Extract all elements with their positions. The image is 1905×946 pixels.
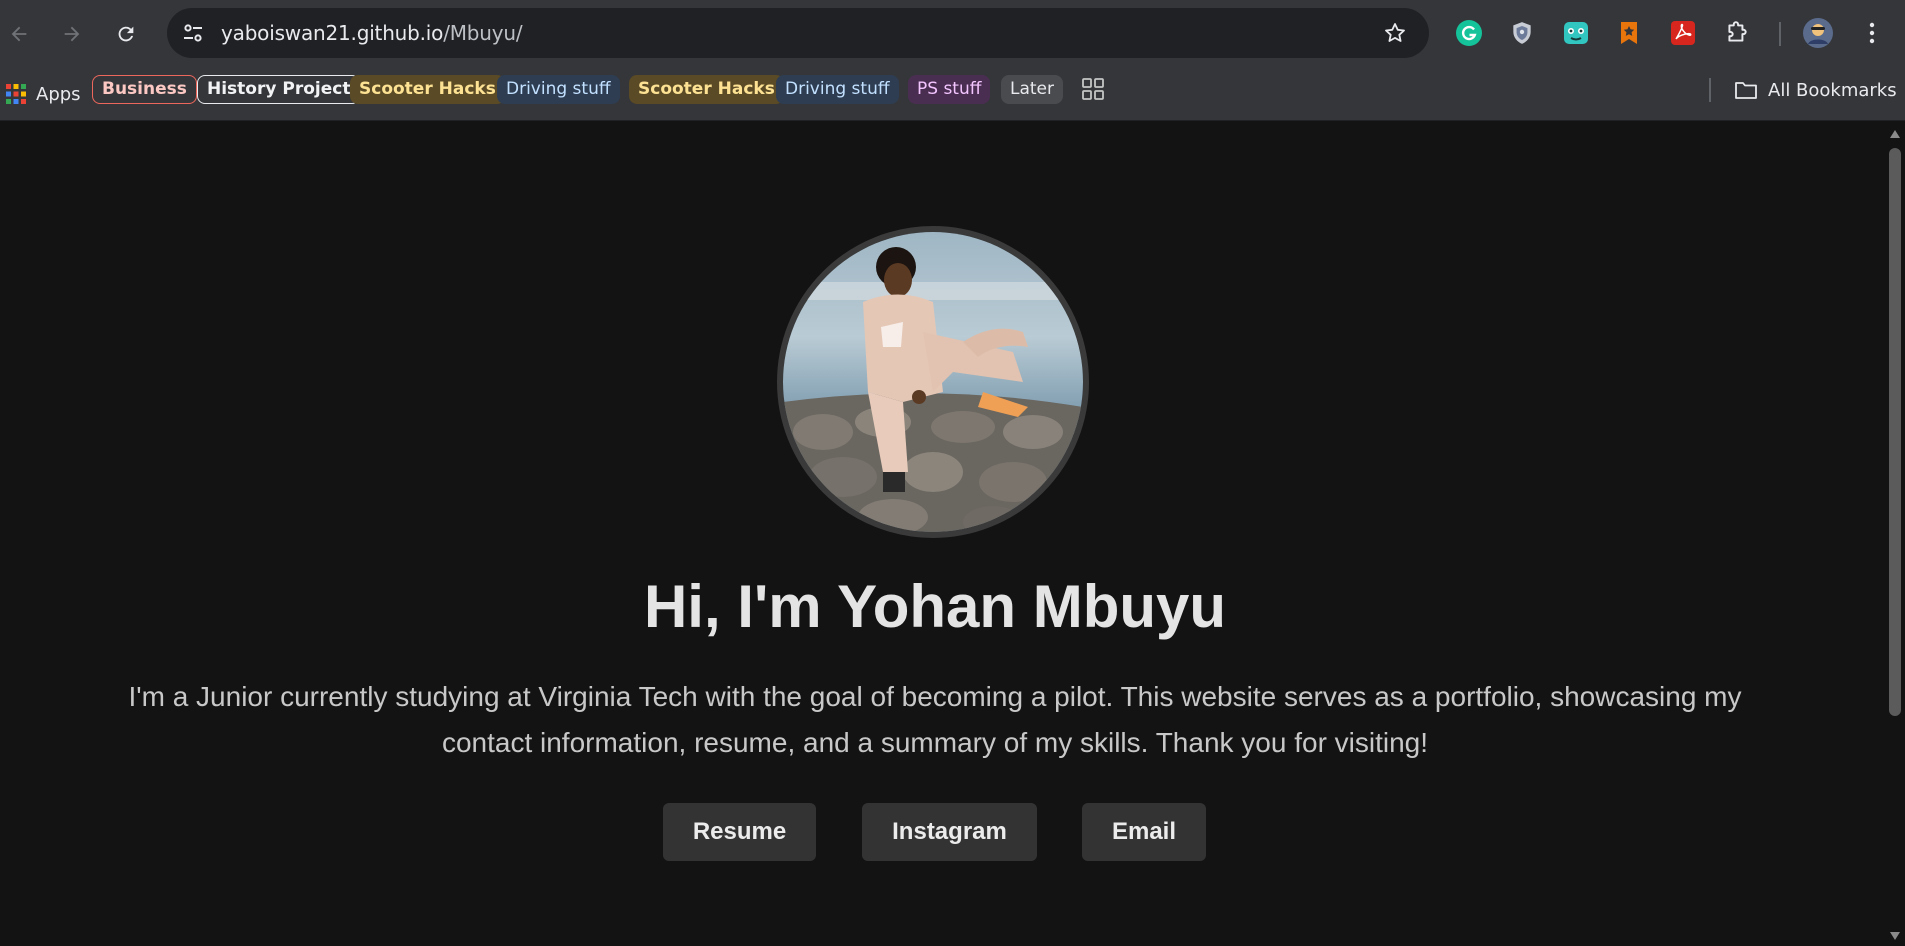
url-text[interactable]: yaboiswan21.github.io/Mbuyu/	[221, 21, 523, 45]
all-bookmarks-label: All Bookmarks	[1768, 79, 1897, 101]
profile-button[interactable]	[1801, 16, 1835, 50]
grammarly-icon	[1456, 20, 1482, 46]
email-button[interactable]: Email	[1082, 803, 1206, 861]
bookmark-folder-scooter-hacks[interactable]: Scooter Hacks	[350, 75, 505, 104]
page-content: Hi, I'm Yohan Mbuyu I'm a Junior current…	[0, 121, 1886, 942]
scroll-down-arrow[interactable]	[1889, 928, 1901, 946]
intro-line-2: contact information, resume, and a summa…	[441, 727, 1429, 758]
reload-button[interactable]	[109, 17, 143, 51]
privacy-extension[interactable]	[1505, 16, 1539, 50]
page-title: Hi, I'm Yohan Mbuyu	[643, 573, 1227, 640]
toolbar-separator	[1779, 22, 1781, 46]
bookmark-extension[interactable]	[1612, 16, 1646, 50]
bookmark-folder-history-project[interactable]: History Project	[197, 75, 361, 104]
bookmark-star-icon[interactable]	[1383, 21, 1407, 45]
forward-button[interactable]	[55, 17, 89, 51]
bookmark-folder-driving-stuff[interactable]: Driving stuff	[497, 75, 620, 104]
browser-menu-button[interactable]	[1855, 16, 1889, 50]
bookmark-folder-scooter-hacks-2[interactable]: Scooter Hacks	[629, 75, 784, 104]
robot-icon	[1564, 22, 1588, 44]
bookmarks-divider	[1709, 78, 1711, 102]
puzzle-icon	[1728, 21, 1747, 42]
bookmark-folder-later[interactable]: Later	[1001, 75, 1064, 104]
url-path: /Mbuyu/	[443, 21, 523, 45]
apps-label: Apps	[36, 83, 81, 105]
kebab-menu-icon	[1869, 22, 1875, 44]
back-arrow-icon	[11, 26, 27, 42]
instagram-button[interactable]: Instagram	[862, 803, 1037, 861]
profile-photo-image	[783, 232, 1083, 532]
pdf-icon	[1671, 21, 1695, 45]
site-settings-icon[interactable]	[181, 21, 205, 45]
intro-paragraph: I'm a Junior currently studying at Virgi…	[90, 674, 1780, 766]
back-button[interactable]	[2, 17, 36, 51]
scroll-up-icon	[1890, 130, 1900, 138]
url-host: yaboiswan21.github.io	[221, 21, 444, 45]
intro-line-1: I'm a Junior currently studying at Virgi…	[128, 681, 1742, 712]
bookmark-icon	[1621, 22, 1637, 44]
tab-groups-button[interactable]	[1082, 78, 1104, 105]
reload-icon	[118, 26, 134, 42]
profile-photo	[777, 226, 1089, 538]
folder-icon	[1735, 82, 1757, 99]
address-bar[interactable]: yaboiswan21.github.io/Mbuyu/	[167, 8, 1429, 58]
scroll-up-arrow[interactable]	[1889, 126, 1901, 144]
shield-icon	[1513, 22, 1531, 44]
pdf-extension[interactable]	[1666, 16, 1700, 50]
bookmark-folder-driving-stuff-2[interactable]: Driving stuff	[776, 75, 899, 104]
grammarly-extension[interactable]	[1452, 16, 1486, 50]
bookmark-folder-business[interactable]: Business	[92, 75, 197, 104]
resume-button[interactable]: Resume	[663, 803, 816, 861]
browser-toolbar: yaboiswan21.github.io/Mbuyu/	[0, 0, 1905, 68]
bookmark-folder-ps-stuff[interactable]: PS stuff	[908, 75, 991, 104]
extensions-menu-button[interactable]	[1720, 16, 1754, 50]
tab-groups-icon	[1082, 78, 1104, 100]
apps-grid-icon	[6, 84, 26, 104]
scrollbar-thumb[interactable]	[1889, 148, 1901, 716]
robot-extension[interactable]	[1559, 16, 1593, 50]
profile-avatar-icon	[1803, 18, 1833, 48]
forward-arrow-icon	[64, 26, 80, 42]
apps-shortcut[interactable]: Apps	[6, 77, 81, 111]
all-bookmarks-button[interactable]: All Bookmarks	[1734, 76, 1897, 104]
scroll-down-icon	[1890, 932, 1900, 940]
